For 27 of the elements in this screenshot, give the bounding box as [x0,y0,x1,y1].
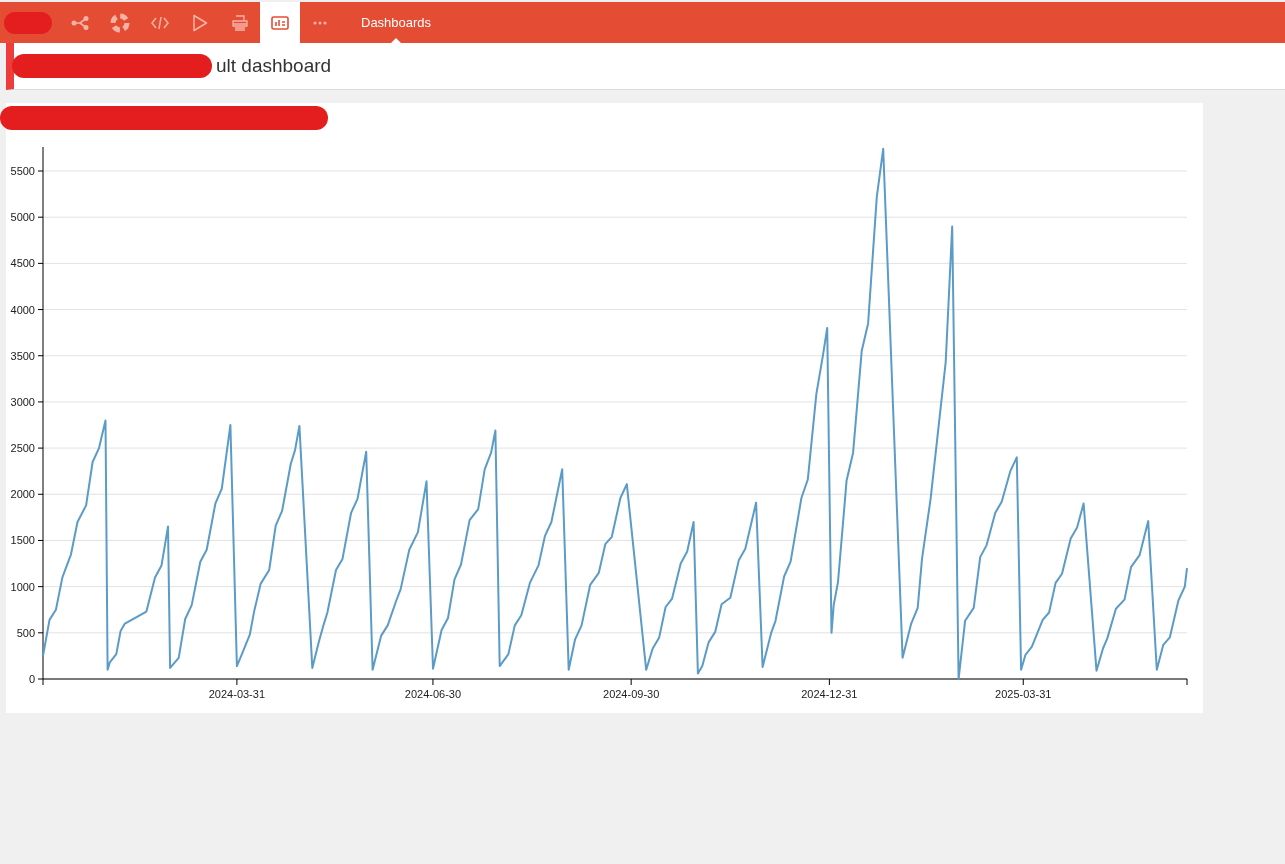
axis-label: 1000 [10,580,35,593]
axis-label: 4500 [10,257,35,270]
axis-label: 3500 [10,349,35,362]
axis-label: 2024-12-31 [801,688,858,700]
redaction-mark [4,11,52,34]
printer-icon [232,14,248,31]
axis-label: 4000 [10,303,35,316]
axis-label: 2000 [10,488,35,501]
axis-label: 500 [16,626,35,639]
axis-label: 2024-03-31 [208,688,266,700]
axis-label: 1500 [10,534,35,547]
axis-label: 2500 [10,442,35,455]
share-icon [71,15,89,30]
more-icon [313,20,327,25]
toolbar-button[interactable] [260,2,300,43]
code-icon [151,15,169,30]
axis-label: 2024-06-30 [404,688,462,700]
dashboard-icon [271,15,289,30]
axis-label: 5500 [10,165,35,177]
axis-label: 2025-03-31 [995,688,1052,700]
axis-label: 3000 [10,395,35,408]
axis-label: 0 [28,673,35,685]
axis-label: 2024-09-30 [603,688,660,700]
dashboard-title: ult dashboard [216,55,332,77]
lifebuoy-icon [110,12,130,33]
play-icon [192,13,208,32]
axis-label: 5000 [10,211,35,224]
